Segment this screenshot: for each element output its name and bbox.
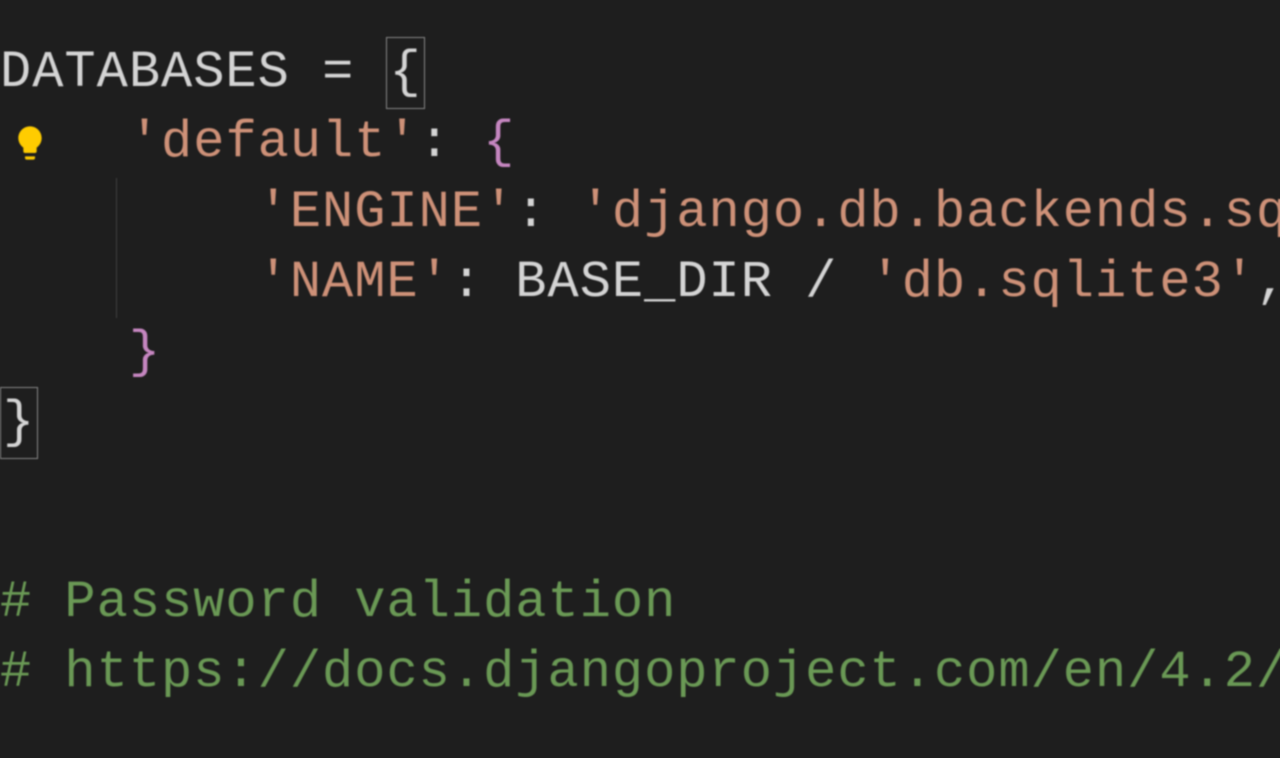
- code-line-comment-1[interactable]: # Password validation: [0, 568, 1280, 638]
- code-line-blank-1[interactable]: [0, 458, 1280, 528]
- path-divider: /: [773, 248, 870, 318]
- code-line-3[interactable]: 'ENGINE' : 'django.db.backends.sqlite3' …: [0, 178, 1280, 248]
- key-engine: 'ENGINE': [258, 178, 516, 248]
- code-line-blank-2[interactable]: [0, 528, 1280, 568]
- close-brace-inner: }: [129, 318, 161, 388]
- key-default: 'default': [129, 108, 419, 178]
- indent: [0, 248, 258, 318]
- colon: :: [451, 248, 515, 318]
- code-line-comment-2[interactable]: # https://docs.djangoproject.com/en/4.2/…: [0, 638, 1280, 708]
- open-brace-highlighted: {: [386, 37, 424, 109]
- comma: ,: [1256, 248, 1280, 318]
- value-engine: 'django.db.backends.sqlite3': [580, 178, 1280, 248]
- code-line-5[interactable]: }: [0, 318, 1280, 388]
- code-line-2[interactable]: 'default' : {: [0, 108, 1280, 178]
- close-brace-highlighted: }: [0, 387, 38, 459]
- open-brace: {: [483, 108, 515, 178]
- comment-docs-url: # https://docs.djangoproject.com/en/4.2/…: [0, 638, 1280, 708]
- assign-operator: =: [290, 38, 387, 108]
- lightbulb-icon[interactable]: [10, 123, 50, 163]
- key-name: 'NAME': [258, 248, 451, 318]
- code-line-4[interactable]: 'NAME' : BASE_DIR / 'db.sqlite3' ,: [0, 248, 1280, 318]
- indent: [0, 178, 258, 248]
- colon: :: [515, 178, 579, 248]
- code-editor[interactable]: DATABASES = { 'default' : { 'ENGINE' : '…: [0, 38, 1280, 708]
- builtin-basedir: BASE_DIR: [515, 248, 773, 318]
- indent: [0, 318, 129, 388]
- value-dbfile: 'db.sqlite3': [870, 248, 1256, 318]
- comment-password-validation: # Password validation: [0, 568, 676, 638]
- colon: :: [419, 108, 483, 178]
- code-line-6[interactable]: }: [0, 388, 1280, 458]
- code-line-1[interactable]: DATABASES = {: [0, 38, 1280, 108]
- variable-databases: DATABASES: [0, 38, 290, 108]
